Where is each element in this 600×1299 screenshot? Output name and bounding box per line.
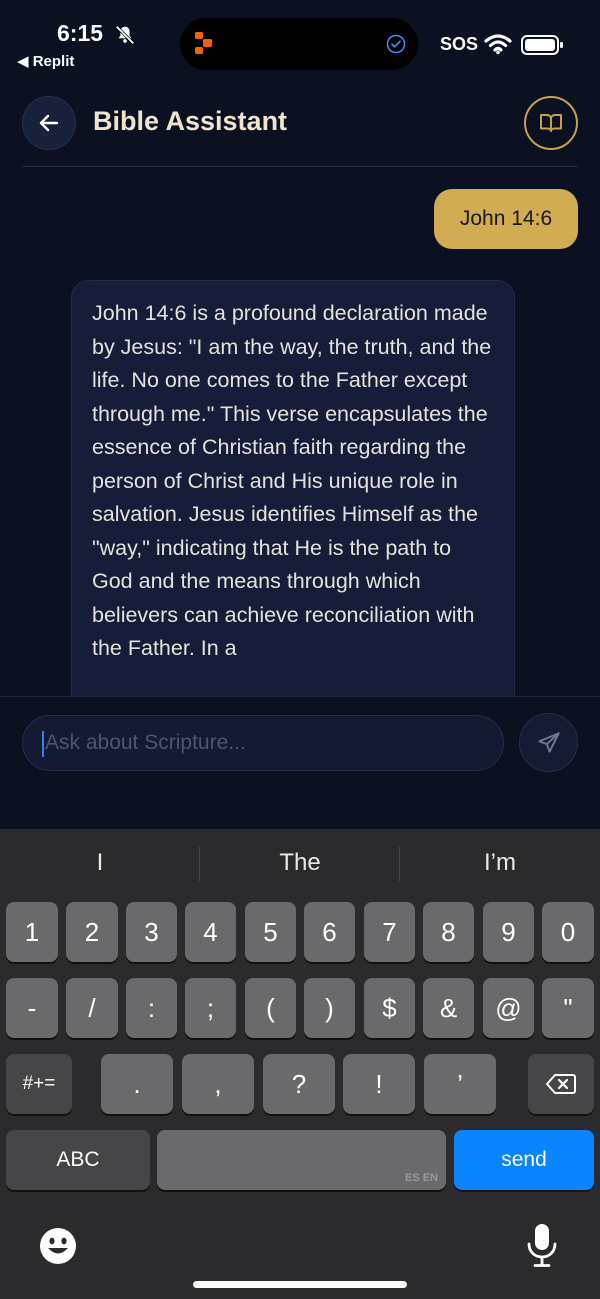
sos-indicator: SOS <box>440 34 479 54</box>
check-circle-icon <box>386 34 406 54</box>
replit-logo-icon <box>195 32 212 54</box>
microphone-icon[interactable] <box>526 1222 558 1268</box>
battery-icon <box>521 35 563 55</box>
key-dollar[interactable]: $ <box>364 978 415 1038</box>
key-3[interactable]: 3 <box>126 902 177 962</box>
key-apostrophe[interactable]: ’ <box>424 1054 496 1114</box>
key-6[interactable]: 6 <box>304 902 355 962</box>
send-message-button[interactable] <box>519 713 578 772</box>
key-question[interactable]: ? <box>263 1054 335 1114</box>
keyboard: I The I’m 1 2 3 4 5 6 7 8 9 0 - / : ; ( … <box>0 829 600 1299</box>
arrow-left-icon <box>39 114 59 132</box>
paper-plane-icon <box>537 731 560 753</box>
key-more-symbols[interactable]: #+= <box>6 1054 72 1114</box>
key-space[interactable]: ES EN <box>157 1130 446 1190</box>
key-semicolon[interactable]: ; <box>185 978 236 1038</box>
key-at[interactable]: @ <box>483 978 534 1038</box>
key-period[interactable]: . <box>101 1054 173 1114</box>
key-5[interactable]: 5 <box>245 902 296 962</box>
bible-book-button[interactable] <box>524 96 578 150</box>
key-open-paren[interactable]: ( <box>245 978 296 1038</box>
back-to-app-link[interactable]: ◀ Replit <box>17 52 74 70</box>
key-quote[interactable]: " <box>542 978 594 1038</box>
key-1[interactable]: 1 <box>6 902 58 962</box>
emoji-icon[interactable] <box>38 1226 78 1266</box>
assistant-message-bubble: John 14:6 is a profound declaration made… <box>71 280 515 730</box>
suggestion-2[interactable]: The <box>200 849 400 877</box>
book-open-icon <box>540 114 562 132</box>
suggestion-3[interactable]: I’m <box>400 849 600 877</box>
key-9[interactable]: 9 <box>483 902 534 962</box>
home-indicator[interactable] <box>193 1281 407 1288</box>
space-language-label: ES EN <box>404 1172 438 1184</box>
assistant-message-text: John 14:6 is a profound declaration made… <box>92 301 492 660</box>
backspace-icon <box>546 1074 576 1094</box>
user-message-text: John 14:6 <box>459 207 553 230</box>
key-hyphen[interactable]: - <box>6 978 58 1038</box>
key-slash[interactable]: / <box>66 978 118 1038</box>
suggestion-1[interactable]: I <box>0 849 200 877</box>
header-divider <box>22 166 578 167</box>
bell-muted-icon <box>115 25 135 45</box>
key-abc[interactable]: ABC <box>6 1130 150 1190</box>
key-delete[interactable] <box>528 1054 594 1114</box>
ask-input-placeholder: Ask about Scripture... <box>45 731 246 754</box>
dynamic-island <box>180 18 418 70</box>
key-exclamation[interactable]: ! <box>343 1054 415 1114</box>
status-time: 6:15 <box>57 20 104 46</box>
key-0[interactable]: 0 <box>542 902 594 962</box>
key-ampersand[interactable]: & <box>423 978 474 1038</box>
key-2[interactable]: 2 <box>66 902 118 962</box>
text-cursor <box>42 731 44 757</box>
key-7[interactable]: 7 <box>364 902 415 962</box>
ask-input[interactable]: Ask about Scripture... <box>22 715 504 771</box>
user-message-bubble: John 14:6 <box>434 189 578 249</box>
key-send[interactable]: send <box>454 1130 594 1190</box>
key-close-paren[interactable]: ) <box>304 978 355 1038</box>
key-comma[interactable]: , <box>182 1054 254 1114</box>
key-8[interactable]: 8 <box>423 902 474 962</box>
wifi-icon <box>484 34 512 55</box>
key-colon[interactable]: : <box>126 978 177 1038</box>
page-title: Bible Assistant <box>93 106 288 136</box>
back-button[interactable] <box>22 96 76 150</box>
key-4[interactable]: 4 <box>185 902 236 962</box>
